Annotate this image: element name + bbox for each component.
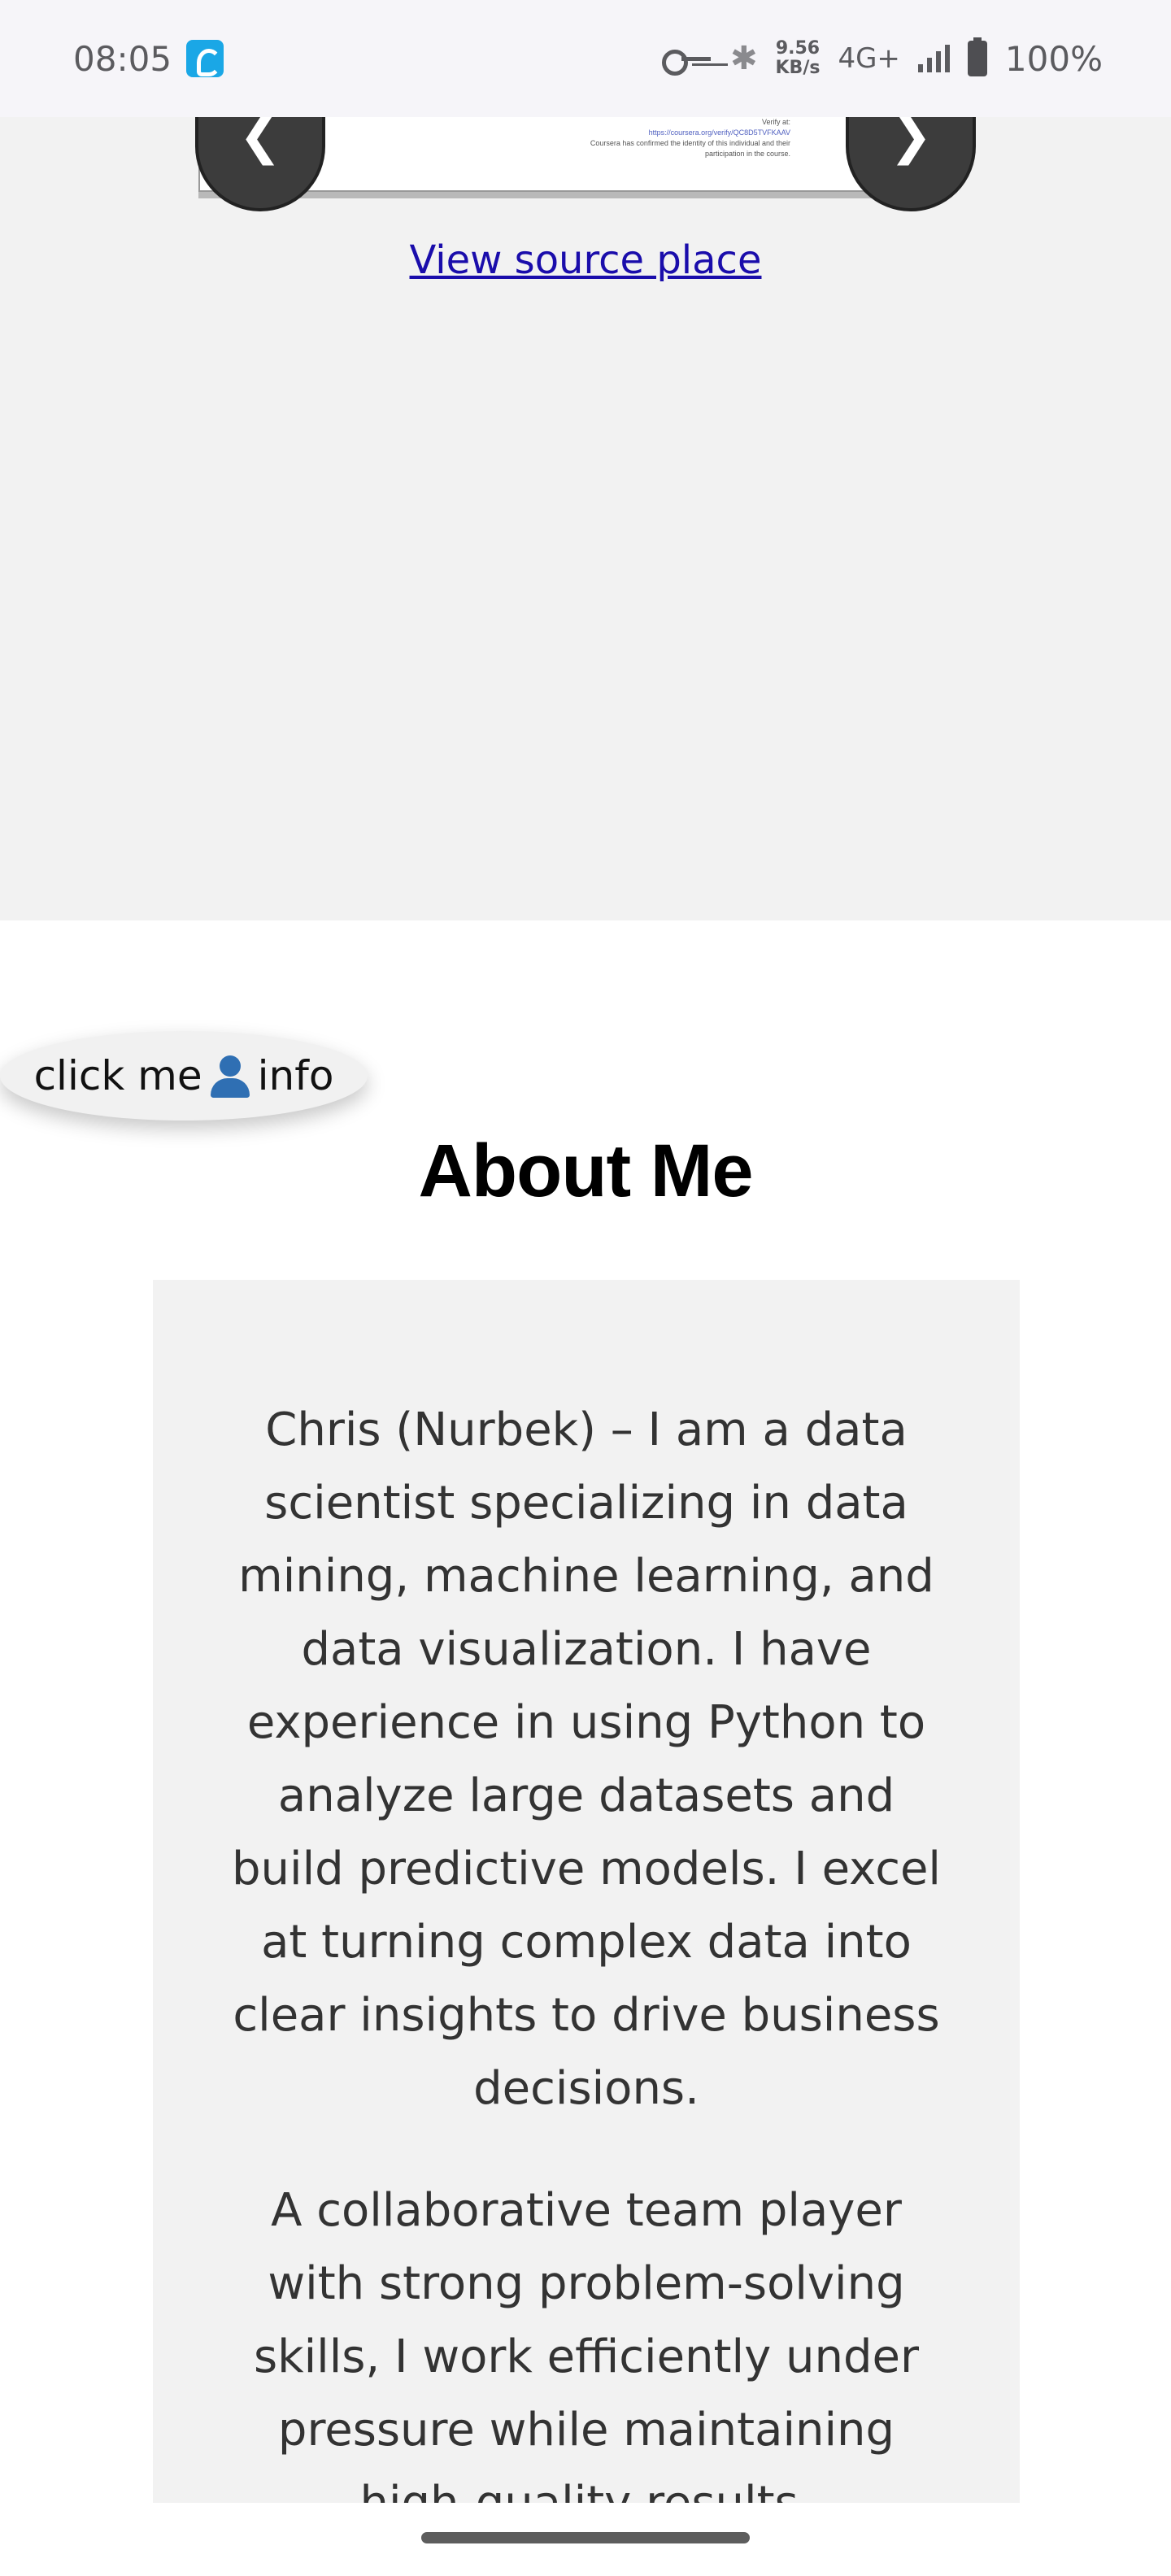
status-time: 08:05 xyxy=(73,38,172,79)
status-left: 08:05 xyxy=(73,39,224,79)
click-me-info-button[interactable]: click me info xyxy=(0,1031,368,1120)
certificate-text: Verify at: https://coursera.org/verify/Q… xyxy=(590,117,790,159)
app-notification-icon xyxy=(186,40,224,77)
status-bar: 08:05 ✱ 9.56 KB/s 4G+ 100% xyxy=(0,0,1171,117)
battery-icon xyxy=(967,37,987,76)
certificate-participation-line: participation in the course. xyxy=(704,150,790,158)
certificate-confirmation-line: Coursera has confirmed the identity of t… xyxy=(590,139,790,147)
page: Verify at: https://coursera.org/verify/Q… xyxy=(0,0,1171,2576)
certificate-verify-label: Verify at: xyxy=(761,118,790,126)
vpn-key-icon xyxy=(661,46,712,76)
network-type: 4G+ xyxy=(838,42,900,75)
person-icon xyxy=(209,1054,251,1098)
certificate-carousel: Verify at: https://coursera.org/verify/Q… xyxy=(0,0,1171,920)
certificate-verify-link[interactable]: https://coursera.org/verify/QC8D5TVFKAAV xyxy=(649,128,790,137)
signal-icon xyxy=(917,45,950,72)
status-right: ✱ 9.56 KB/s 4G+ 100% xyxy=(661,37,1103,79)
info-button-label-end: info xyxy=(257,1052,334,1099)
about-paragraph-teamwork: A collaborative team player with strong … xyxy=(253,2184,920,2503)
view-source-link[interactable]: View source place xyxy=(0,237,1171,283)
about-me-heading: About Me xyxy=(418,1129,753,1212)
info-button-label-start: click me xyxy=(33,1052,202,1099)
about-me-card: Chris (Nurbek) – I am a data scientist s… xyxy=(153,1280,1020,2503)
about-paragraph-intro: Chris (Nurbek) – I am a data scientist s… xyxy=(232,1403,941,2115)
network-speed-value: 9.56 xyxy=(775,38,821,59)
bluetooth-icon: ✱ xyxy=(729,40,758,77)
battery-percentage: 100% xyxy=(1004,38,1103,79)
network-speed-unit: KB/s xyxy=(775,58,821,78)
network-speed: 9.56 KB/s xyxy=(776,39,821,78)
home-indicator[interactable] xyxy=(421,2532,750,2543)
